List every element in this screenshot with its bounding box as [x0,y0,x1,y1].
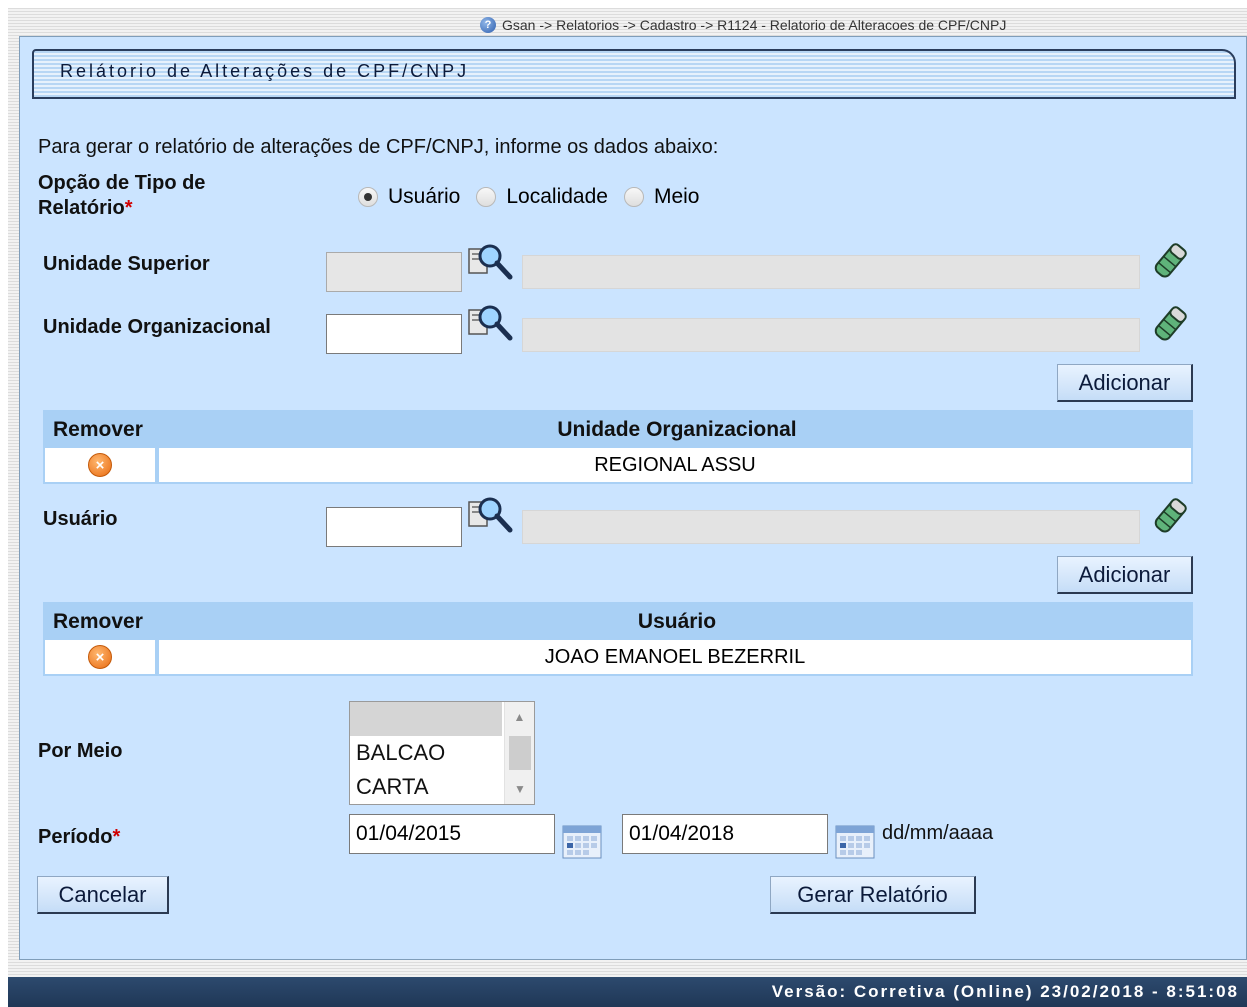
radio-localidade-label[interactable]: Localidade [506,185,608,209]
periodo-end-input[interactable] [622,814,828,854]
radio-meio[interactable] [623,187,644,207]
radio-usuario[interactable] [358,187,378,207]
usuario-name-cell: JOAO EMANOEL BEZERRIL [544,645,806,668]
version-text: Versão: Corretiva (Online) 23/02/2018 - … [771,982,1239,1001]
cancel-button[interactable]: Cancelar [37,876,169,914]
listbox-option[interactable] [350,702,502,736]
periodo-label: Período* [38,826,120,849]
breadcrumb: ? Gsan -> Relatorios -> Cadastro -> R112… [480,15,1006,35]
search-icon[interactable] [466,494,514,534]
usuario-table: Remover Usuário × JOAO EMANOEL BEZERRIL [43,602,1193,676]
eraser-icon[interactable] [1147,240,1195,280]
tipo-relatorio-label-line1: Opção de Tipo de [38,172,206,194]
search-icon[interactable] [466,241,514,281]
scroll-up-icon[interactable]: ▲ [505,702,534,732]
scroll-down-icon[interactable]: ▼ [505,774,534,804]
usuario-label: Usuário [43,508,118,530]
unidade-organizacional-table: Remover Unidade Organizacional × REGIONA… [43,410,1193,484]
table-row: × JOAO EMANOEL BEZERRIL [45,640,1191,674]
search-icon[interactable] [466,302,514,342]
remove-icon[interactable]: × [88,453,112,477]
remove-icon[interactable]: × [88,645,112,669]
listbox-option[interactable]: CARTA [350,770,502,804]
scroll-thumb[interactable] [509,736,531,770]
breadcrumb-text: Gsan -> Relatorios -> Cadastro -> R1124 … [502,17,1007,33]
add-unidade-button[interactable]: Adicionar [1057,364,1193,402]
add-usuario-button[interactable]: Adicionar [1057,556,1193,594]
table-header: Remover Usuário [45,604,1191,640]
unidade-organizacional-label: Unidade Organizacional [43,316,271,338]
periodo-start-input[interactable] [349,814,555,854]
unidade-name-cell: REGIONAL ASSU [594,453,756,476]
eraser-icon[interactable] [1147,303,1195,343]
listbox-option[interactable]: BALCAO [350,736,502,770]
calendar-icon[interactable] [562,823,602,859]
listbox-scrollbar[interactable]: ▲ ▼ [504,702,534,804]
usuario-description [522,510,1140,544]
usuario-code-input[interactable] [326,507,462,547]
periodo-label-text: Período [38,826,113,848]
remove-cell: × [45,640,159,674]
table-row: × REGIONAL ASSU [45,448,1191,482]
unidade-organizacional-description [522,318,1140,352]
unidade-organizacional-code-input[interactable] [326,314,462,354]
help-icon[interactable]: ? [480,17,496,33]
tipo-relatorio-radio-group: Usuário Localidade Meio [358,185,716,209]
eraser-icon[interactable] [1147,495,1195,535]
unidade-superior-label: Unidade Superior [43,253,210,275]
por-meio-label: Por Meio [38,740,123,762]
intro-text: Para gerar o relatório de alterações de … [38,136,719,158]
generate-report-button[interactable]: Gerar Relatório [770,876,976,914]
table-header: Remover Unidade Organizacional [45,412,1191,448]
radio-localidade[interactable] [476,187,497,207]
column-header-remover: Remover [53,418,143,441]
tipo-relatorio-label: Opção de Tipo de Relatório* [38,171,205,221]
unidade-superior-description [522,255,1140,289]
radio-meio-label[interactable]: Meio [654,185,700,209]
por-meio-listbox[interactable]: BALCAO CARTA ▲ ▼ [349,701,535,805]
date-format-hint: dd/mm/aaaa [882,822,994,844]
page-title: Relátorio de Alterações de CPF/CNPJ [60,61,470,81]
version-footer: Versão: Corretiva (Online) 23/02/2018 - … [8,977,1247,1007]
required-mark: * [112,826,121,848]
tipo-relatorio-label-line2: Relatório [38,197,125,219]
calendar-icon[interactable] [835,823,875,859]
remove-cell: × [45,448,159,482]
column-header-usuario: Usuário [637,610,717,633]
unidade-superior-code-input[interactable] [326,252,462,292]
top-frame [0,0,1247,8]
radio-usuario-label[interactable]: Usuário [388,185,460,209]
column-header-unidade: Unidade Organizacional [557,418,797,441]
column-header-remover: Remover [53,610,143,633]
required-mark: * [124,197,133,219]
